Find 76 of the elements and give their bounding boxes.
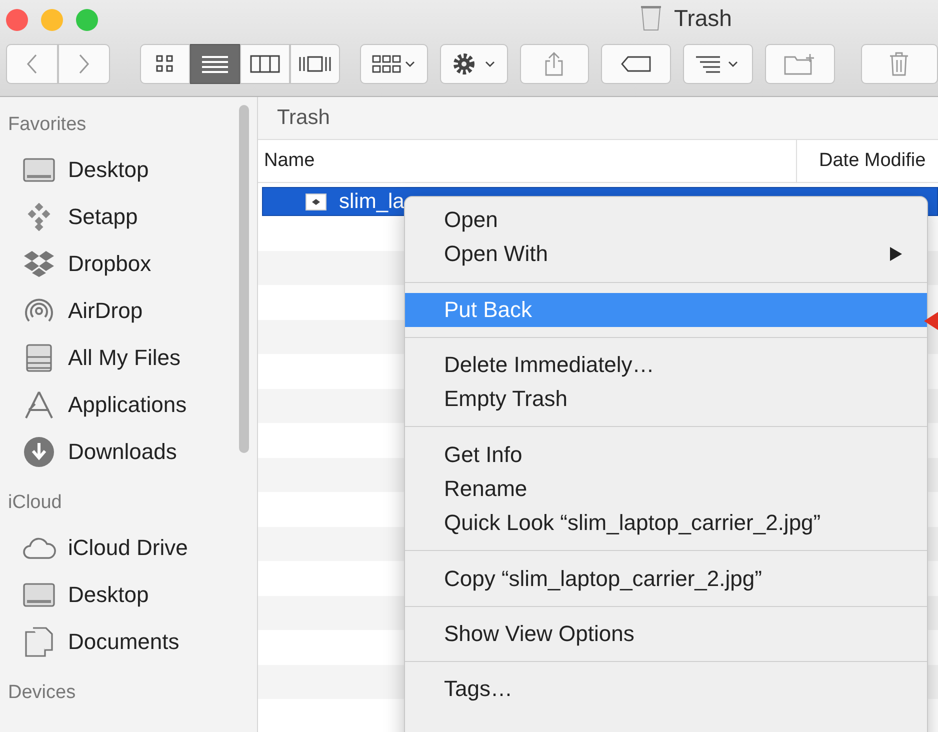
cover-flow-icon — [298, 54, 332, 74]
column-header[interactable]: Date Modifie — [797, 140, 926, 182]
menu-item[interactable]: Empty Trash — [405, 382, 927, 416]
menu-item[interactable]: Quick Look “slim_laptop_carrier_2.jpg” — [405, 506, 927, 540]
tag-button[interactable] — [601, 44, 672, 84]
menu-item[interactable]: Open — [405, 203, 927, 238]
view-mode-button[interactable] — [140, 44, 190, 84]
menu-item[interactable]: Get Info — [405, 437, 927, 472]
trash-icon — [640, 4, 662, 32]
sidebar-label: AirDrop — [68, 298, 143, 324]
sidebar-item[interactable]: Documents — [0, 618, 257, 665]
menu-item[interactable]: Copy “slim_laptop_carrier_2.jpg” — [405, 561, 927, 596]
new-folder-button[interactable] — [764, 44, 835, 84]
menu-item[interactable]: Show View Options — [405, 616, 927, 651]
display-icon — [22, 156, 56, 182]
image-file-icon — [305, 192, 327, 210]
sidebar-label: Setapp — [68, 204, 138, 230]
minimize-button[interactable] — [41, 9, 63, 31]
window-title: Trash — [674, 4, 732, 32]
download-icon — [22, 436, 56, 468]
list-icon — [201, 54, 229, 74]
chevron-right-icon — [78, 53, 90, 75]
path-bar: Trash — [258, 97, 938, 140]
folder-icon — [784, 53, 816, 75]
view-mode-button[interactable] — [290, 44, 340, 84]
sidebar-item[interactable]: Downloads — [0, 428, 257, 475]
sidebar-label: Applications — [68, 392, 187, 418]
share-icon — [543, 51, 566, 77]
sidebar-label: Dropbox — [68, 250, 152, 276]
cloud-icon — [22, 536, 56, 560]
sidebar-item[interactable]: Desktop — [0, 571, 257, 618]
close-button[interactable] — [6, 9, 28, 31]
sidebar-label: iCloud Drive — [68, 534, 188, 560]
sidebar-label: Downloads — [68, 438, 177, 464]
sidebar-header: iCloud — [7, 491, 63, 515]
sidebar-item[interactable]: Desktop — [0, 146, 257, 193]
back-button[interactable] — [6, 44, 58, 84]
sidebar-header: Favorites — [7, 113, 88, 137]
sidebar-item[interactable]: All My Files — [0, 334, 257, 381]
delete-button[interactable] — [860, 44, 938, 84]
trash-icon — [889, 52, 910, 76]
sort-button[interactable] — [683, 44, 753, 84]
share-button[interactable] — [520, 44, 590, 84]
sidebar-label: All My Files — [68, 344, 180, 370]
grid-icon — [155, 54, 175, 74]
sidebar-label: Documents — [68, 628, 180, 654]
scrollbar[interactable] — [239, 105, 249, 453]
gear-icon — [452, 52, 496, 76]
arrange-button[interactable] — [360, 44, 428, 84]
display-icon — [22, 582, 56, 608]
chevron-left-icon — [26, 53, 38, 75]
view-mode-button[interactable] — [190, 44, 240, 84]
action-button[interactable] — [440, 44, 508, 84]
sidebar-label: Desktop — [68, 156, 149, 182]
zoom-button[interactable] — [76, 9, 98, 31]
menu-item[interactable]: Tags… — [405, 672, 927, 706]
sidebar-item[interactable]: AirDrop — [0, 287, 257, 334]
forward-button[interactable] — [58, 44, 110, 84]
sidebar-item[interactable]: Applications — [0, 381, 257, 428]
column-header[interactable]: Name — [258, 140, 797, 182]
dropbox-icon — [22, 250, 56, 278]
sidebar-label: Desktop — [68, 582, 149, 608]
menu-item[interactable]: Open With — [405, 237, 927, 272]
sidebar-item[interactable]: Setapp — [0, 193, 257, 240]
columns-icon — [250, 54, 280, 74]
documents-icon — [22, 626, 56, 658]
view-mode-button[interactable] — [240, 44, 290, 84]
arrange-icon — [372, 54, 416, 74]
sidebar-item[interactable]: iCloud Drive — [0, 524, 257, 571]
sidebar-item[interactable]: Dropbox — [0, 240, 257, 287]
menu-item[interactable]: Rename — [405, 472, 927, 506]
submenu-arrow-icon — [889, 246, 903, 262]
sidebar-header: Devices — [7, 681, 77, 705]
pointer-arrow-icon — [924, 310, 938, 332]
tag-icon — [620, 55, 652, 73]
menu-item[interactable]: Delete Immediately… — [405, 348, 927, 382]
